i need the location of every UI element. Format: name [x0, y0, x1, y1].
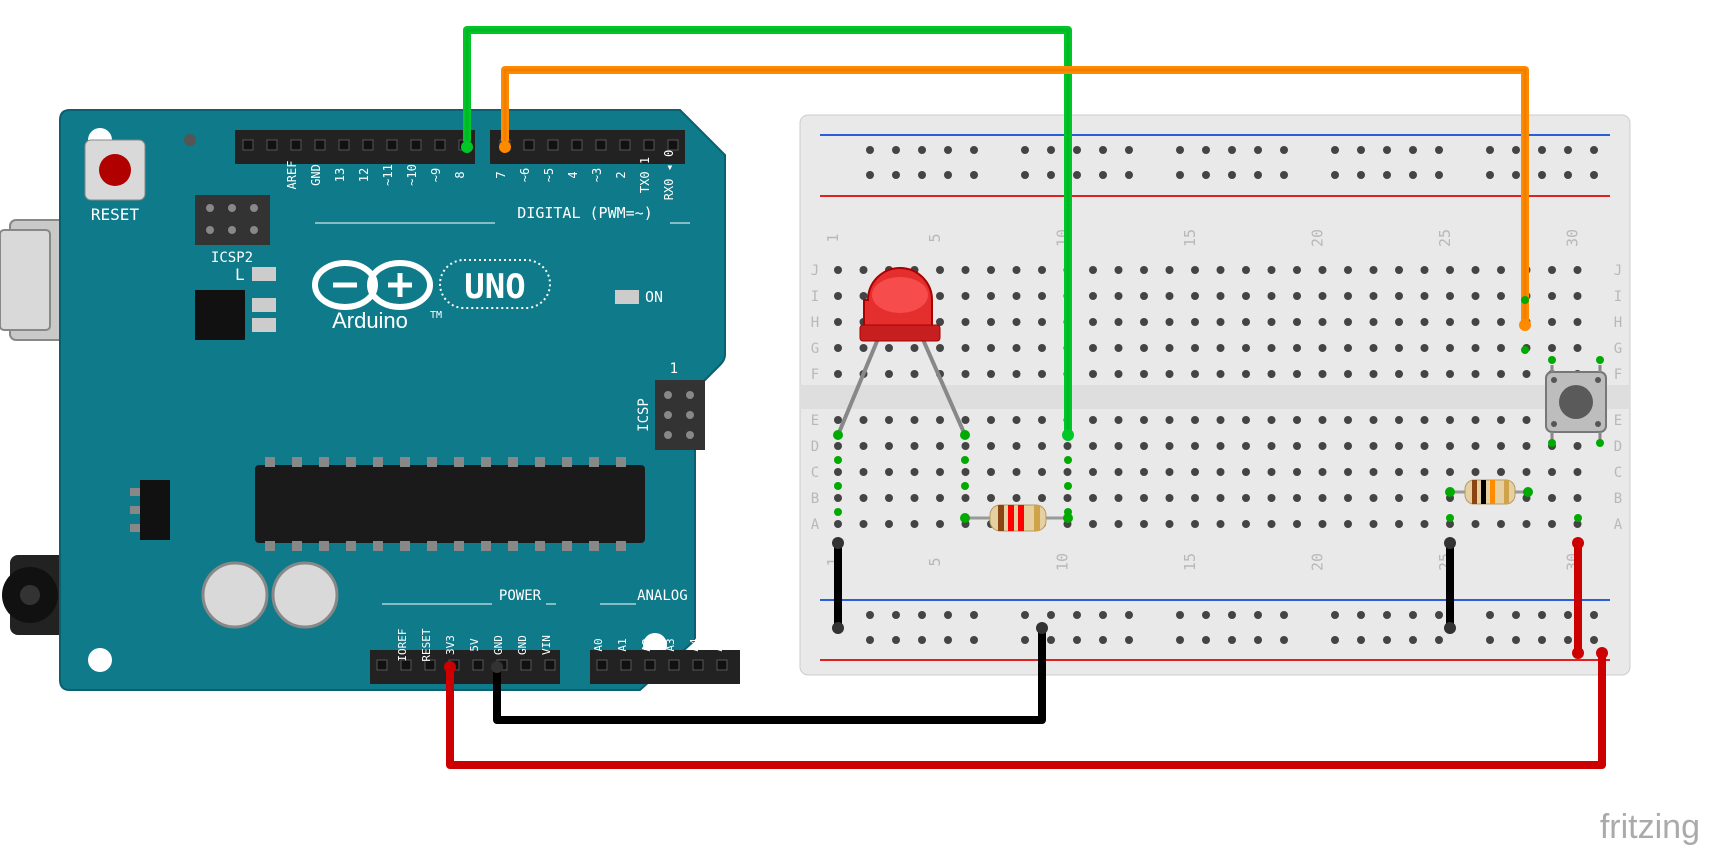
breadboard: 151015202530 151015202530 JJIIHHGGFFEEDD…	[800, 115, 1630, 675]
svg-text:RX0 ◂ 0: RX0 ◂ 0	[662, 150, 676, 201]
svg-text:Arduino: Arduino	[332, 308, 408, 333]
svg-text:J: J	[1614, 263, 1622, 279]
svg-text:A0: A0	[592, 638, 605, 651]
svg-text:~9: ~9	[429, 168, 443, 182]
svg-text:20: 20	[1309, 229, 1327, 247]
svg-text:7: 7	[494, 171, 508, 178]
svg-text:TM: TM	[430, 310, 442, 321]
svg-text:2: 2	[614, 171, 628, 178]
svg-text:5: 5	[926, 233, 944, 242]
svg-text:E: E	[811, 413, 819, 429]
svg-text:A5: A5	[712, 638, 725, 651]
svg-text:DIGITAL (PWM=~): DIGITAL (PWM=~)	[517, 204, 652, 222]
svg-text:~11: ~11	[381, 164, 395, 186]
svg-text:GND: GND	[516, 635, 529, 655]
svg-text:ON: ON	[645, 288, 663, 306]
svg-text:A: A	[1614, 517, 1623, 533]
svg-text:GND: GND	[492, 635, 505, 655]
svg-text:~5: ~5	[542, 168, 556, 182]
svg-text:D: D	[1614, 439, 1622, 455]
svg-text:10: 10	[1054, 553, 1072, 571]
svg-text:GND: GND	[309, 164, 323, 186]
svg-text:8: 8	[453, 171, 467, 178]
svg-text:3V3: 3V3	[444, 635, 457, 655]
svg-text:1: 1	[670, 361, 678, 377]
svg-text:AREF: AREF	[285, 161, 299, 190]
svg-text:A2: A2	[640, 638, 653, 651]
svg-text:15: 15	[1181, 229, 1199, 247]
svg-text:RESET: RESET	[420, 628, 433, 661]
svg-text:A4: A4	[688, 638, 701, 652]
svg-text:30: 30	[1564, 229, 1582, 247]
svg-text:E: E	[1614, 413, 1622, 429]
svg-text:G: G	[1614, 341, 1622, 357]
svg-text:~6: ~6	[518, 168, 532, 182]
svg-text:ICSP2: ICSP2	[211, 250, 253, 266]
svg-text:12: 12	[357, 168, 371, 182]
svg-text:~3: ~3	[590, 168, 604, 182]
svg-text:L: L	[235, 265, 245, 284]
svg-text:H: H	[1614, 315, 1622, 331]
svg-text:I: I	[1614, 289, 1622, 305]
svg-text:UNO: UNO	[464, 267, 525, 307]
svg-text:C: C	[1614, 465, 1622, 481]
svg-text:C: C	[811, 465, 819, 481]
svg-text:5: 5	[926, 557, 944, 566]
reset-button[interactable]: RESET	[85, 140, 145, 224]
svg-text:20: 20	[1309, 553, 1327, 571]
svg-text:A: A	[811, 517, 820, 533]
svg-text:ANALOG IN: ANALOG IN	[637, 588, 713, 604]
svg-text:H: H	[811, 315, 819, 331]
svg-text:F: F	[811, 367, 819, 383]
svg-text:1: 1	[824, 233, 842, 242]
svg-text:F: F	[1614, 367, 1622, 383]
svg-text:4: 4	[566, 171, 580, 178]
svg-text:~10: ~10	[405, 164, 419, 186]
arduino-uno: RESET ICSP2 AREFGND1312~11~10~98 7~6~54~…	[0, 110, 740, 690]
svg-text:J: J	[811, 263, 819, 279]
svg-text:13: 13	[333, 168, 347, 182]
svg-text:B: B	[811, 491, 819, 507]
svg-text:ICSP: ICSP	[636, 398, 652, 432]
svg-text:B: B	[1614, 491, 1622, 507]
svg-text:15: 15	[1181, 553, 1199, 571]
svg-text:25: 25	[1436, 229, 1454, 247]
svg-text:G: G	[811, 341, 819, 357]
svg-text:VIN: VIN	[540, 635, 553, 655]
svg-text:POWER: POWER	[499, 588, 542, 604]
svg-text:IOREF: IOREF	[396, 628, 409, 661]
svg-text:5V: 5V	[468, 638, 481, 652]
svg-text:D: D	[811, 439, 819, 455]
svg-text:A3: A3	[664, 638, 677, 651]
reset-label: RESET	[91, 205, 140, 224]
attribution: fritzing	[1600, 808, 1700, 846]
svg-text:A1: A1	[616, 638, 629, 651]
digital-pins-right[interactable]	[490, 130, 685, 164]
svg-text:TX0 1: TX0 1	[638, 157, 652, 193]
svg-text:I: I	[811, 289, 819, 305]
